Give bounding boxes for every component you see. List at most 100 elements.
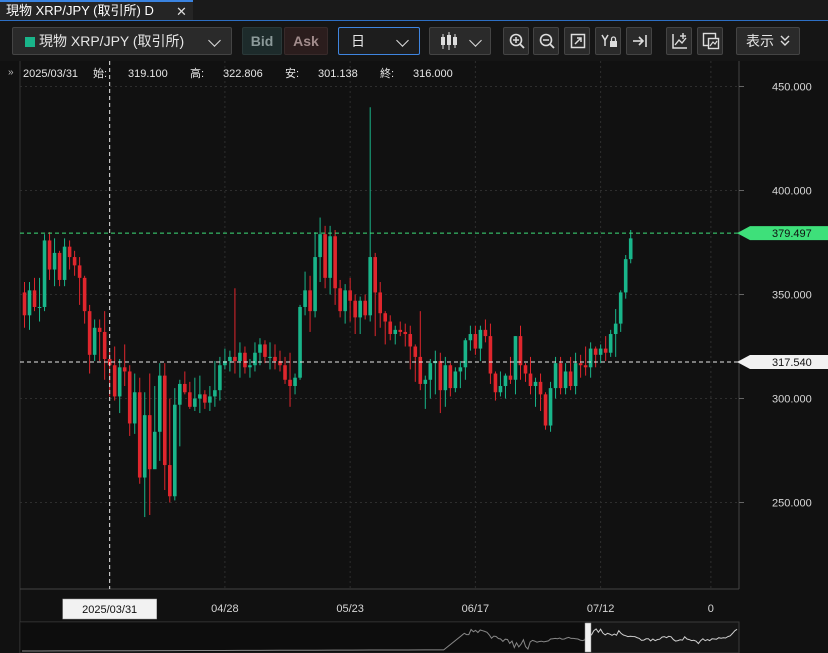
candle — [42, 234, 47, 312]
candle-body — [463, 340, 468, 368]
candle-body — [388, 321, 393, 335]
chevron-down-icon — [469, 34, 482, 47]
candle-body — [308, 290, 312, 312]
candle-body — [358, 300, 362, 318]
chart-toolbar: 現物 XRP/JPY (取引所) Bid Ask 日 表示 — [0, 21, 828, 61]
candle-body — [147, 415, 152, 470]
candle-body — [468, 334, 473, 341]
candle-body — [47, 240, 52, 270]
double-chevron-down-icon — [780, 35, 790, 46]
ask-button[interactable]: Ask — [284, 27, 328, 55]
candle-body — [243, 352, 247, 368]
candle-body — [343, 290, 347, 312]
candle — [137, 377, 142, 484]
display-menu-button[interactable]: 表示 — [736, 27, 800, 55]
compare-button[interactable] — [697, 27, 723, 55]
candle-body — [233, 356, 237, 362]
candle-body — [613, 323, 618, 335]
candle-body — [173, 404, 177, 497]
low-label: 安: — [285, 66, 299, 80]
candle-body — [493, 373, 498, 393]
candle-body — [523, 365, 528, 374]
y-tick-label: 300.000 — [772, 394, 812, 406]
chart-type-select[interactable] — [429, 27, 491, 55]
candle-body — [403, 331, 408, 335]
candle-body — [363, 300, 367, 316]
fit-button[interactable] — [564, 27, 590, 55]
candle-body — [338, 288, 342, 312]
open-label: 始: — [93, 66, 107, 80]
candle-body — [368, 257, 372, 316]
open-value: 319.100 — [128, 68, 168, 80]
y-tick-label: 350.000 — [772, 290, 812, 302]
candle-body — [533, 381, 538, 387]
add-indicator-icon — [672, 33, 687, 49]
candle-body — [152, 431, 157, 470]
candle-body — [122, 367, 127, 372]
candle-body — [423, 379, 428, 384]
low-value: 301.138 — [318, 68, 358, 80]
navigator[interactable] — [19, 621, 740, 653]
candle — [173, 388, 177, 501]
candle-body — [318, 234, 322, 258]
scroll-end-button[interactable] — [626, 27, 652, 55]
candle-body — [558, 363, 563, 389]
candle-body — [408, 334, 413, 347]
fit-icon — [570, 33, 586, 49]
candle-body — [273, 356, 277, 362]
candle — [543, 392, 548, 430]
candle-body — [573, 363, 578, 387]
candle-body — [253, 352, 257, 366]
y-lock-button[interactable] — [595, 27, 621, 55]
candle-body — [283, 365, 287, 380]
tab-bar: 現物 XRP/JPY (取引所) D ✕ — [0, 0, 828, 21]
candle-body — [77, 265, 82, 278]
chart-tab-title: 現物 XRP/JPY (取引所) D — [6, 3, 154, 18]
crosshair-date-tag: 2025/03/31 — [62, 598, 157, 620]
candle-body — [333, 236, 337, 289]
close-icon[interactable]: ✕ — [176, 3, 187, 20]
candle-body — [183, 383, 187, 393]
close-label: 終: — [380, 66, 394, 80]
candle-body — [323, 234, 327, 278]
collapse-icon[interactable]: » — [8, 67, 14, 78]
candle-body — [393, 329, 398, 335]
candle-body — [353, 300, 357, 318]
symbol-label: 現物 XRP/JPY (取引所) — [39, 33, 185, 49]
candle-body — [598, 348, 603, 355]
zoom-in-button[interactable] — [503, 27, 529, 55]
candle-body — [498, 386, 503, 393]
crosshair-date-label: 2025/03/31 — [82, 604, 137, 616]
candle-body — [22, 292, 27, 316]
candle-body — [178, 383, 182, 405]
candle-body — [82, 277, 87, 312]
candle-body — [57, 252, 62, 280]
add-indicator-button[interactable] — [666, 27, 692, 55]
candle-body — [528, 373, 533, 387]
symbol-select[interactable]: 現物 XRP/JPY (取引所) — [12, 27, 232, 55]
navigator-handle[interactable] — [584, 622, 592, 653]
candle-body — [142, 415, 147, 478]
price-chart[interactable]: 250.000 300.000 350.000 400.000 450.000 04/2… — [0, 61, 828, 653]
bid-button[interactable]: Bid — [242, 27, 282, 55]
chart-tab[interactable]: 現物 XRP/JPY (取引所) D ✕ — [0, 0, 193, 20]
candle-body — [348, 290, 352, 301]
candle-body — [72, 257, 77, 266]
candle-body — [127, 371, 132, 424]
period-select[interactable]: 日 — [338, 27, 420, 55]
candle-body — [608, 334, 613, 353]
y-tick-label: 400.000 — [772, 186, 812, 198]
zoom-out-icon — [539, 33, 555, 49]
candle-body — [228, 356, 232, 362]
crosshair-price-tag: 317.540 — [737, 355, 828, 370]
candle-body — [248, 365, 252, 368]
x-tick-label: 06/17 — [462, 603, 490, 615]
chevron-down-icon — [208, 34, 221, 47]
candle-body — [52, 252, 57, 270]
candle-body — [623, 259, 628, 293]
zoom-out-button[interactable] — [533, 27, 559, 55]
candle-body — [203, 394, 207, 403]
candle-body — [218, 365, 222, 391]
candle-body — [313, 257, 317, 312]
candle-body — [263, 344, 267, 357]
